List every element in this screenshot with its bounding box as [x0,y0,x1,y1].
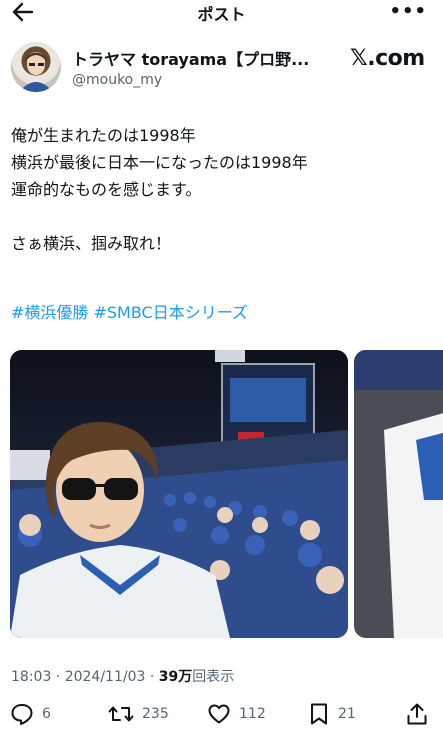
tweet-photo[interactable]: DB [10,350,348,638]
action-bar: 6 235 112 21 [0,700,443,730]
repost-count: 235 [142,706,169,722]
share-icon [407,703,427,725]
author-handle[interactable]: @mouko_my [72,72,162,88]
repost-button[interactable]: 235 [108,700,169,728]
bookmark-button[interactable]: 21 [308,700,356,728]
reply-count: 6 [42,706,51,722]
tweet-photo-secondary[interactable] [354,350,443,638]
x-com-logo: 𝕏.com [350,46,425,71]
bookmark-icon [311,703,327,725]
tweet-line: 俺が生まれたのは1998年 [11,126,196,145]
view-count: 39万 [158,669,193,685]
view-label: 回表示 [192,669,235,685]
avatar[interactable] [11,42,61,92]
like-count: 112 [239,706,266,722]
reply-button[interactable]: 6 [10,700,51,728]
tweet-line: 運命的なものを感じます。 [11,180,202,199]
author-name[interactable]: トラヤマ torayama【プロ野... [72,46,309,70]
post-meta: 18:03 · 2024/11/03 · 39万回表示 [11,666,234,686]
author-row: トラヤマ torayama【プロ野... @mouko_my 𝕏.com [0,40,443,96]
tweet-line: さぁ横浜、掴み取れ！ [11,234,172,253]
post-timestamp: 18:03 · 2024/11/03 · [11,669,159,685]
repost-icon [108,706,134,722]
top-bar: ポスト ••• [0,0,443,26]
tweet-text: 俺が生まれたのは1998年 横浜が最後に日本一になったのは1998年 運命的なも… [11,122,431,257]
heart-icon [208,704,230,724]
share-button[interactable] [406,700,428,728]
reply-icon [11,704,33,725]
page-title: ポスト [197,5,246,24]
tweet-line: 横浜が最後に日本一になったのは1998年 [11,153,308,172]
more-options-icon[interactable]: ••• [389,1,427,22]
like-button[interactable]: 112 [207,700,266,728]
hashtag-links[interactable]: #横浜優勝 #SMBC日本シリーズ [11,299,248,323]
bookmark-count: 21 [338,706,356,722]
